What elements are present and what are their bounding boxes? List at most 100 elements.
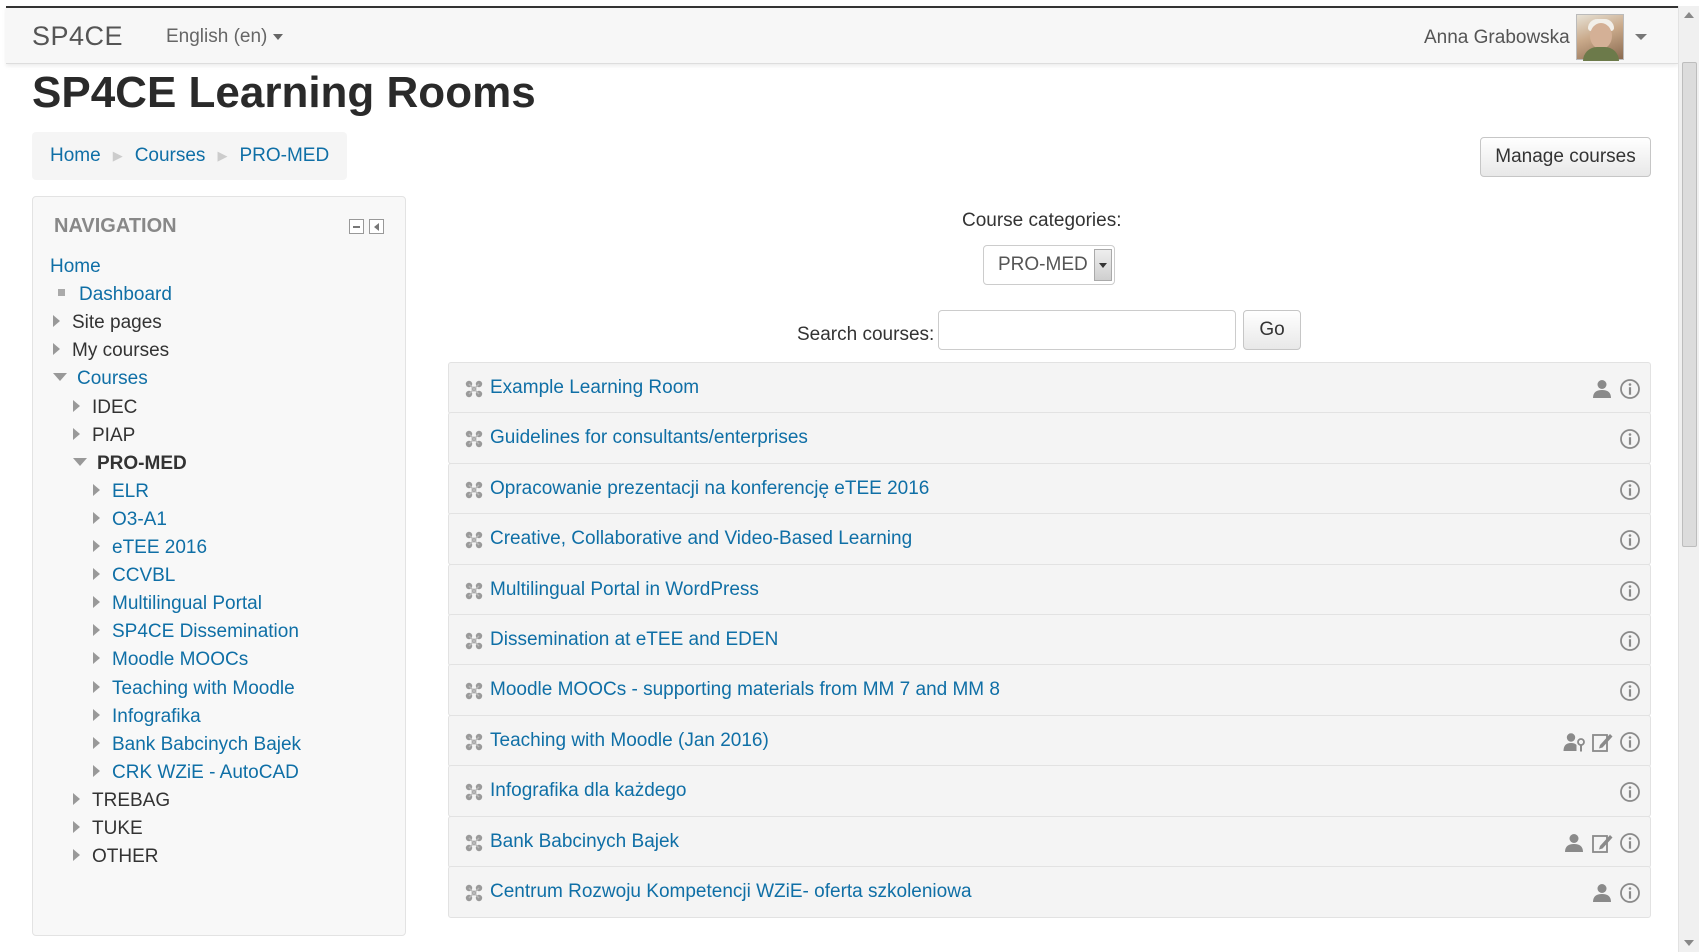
nav-item-label[interactable]: Moodle MOOCs [112,649,248,670]
nav-item-label[interactable]: Infografika [112,706,201,727]
collapsed-arrow-icon[interactable] [93,595,100,608]
collapsed-arrow-icon[interactable] [93,680,100,693]
user-icon[interactable] [1590,881,1614,905]
nav-item-label[interactable]: Home [50,256,101,277]
nav-item-label[interactable]: CRK WZiE - AutoCAD [112,762,299,783]
bullet-icon[interactable] [58,289,65,297]
nav-item[interactable]: TUKE [73,815,143,843]
manage-courses-button[interactable]: Manage courses [1480,137,1651,177]
course-link[interactable]: Moodle MOOCs - supporting materials from… [490,679,1000,701]
collapsed-arrow-icon[interactable] [93,483,100,496]
info-icon[interactable] [1618,478,1642,502]
nav-item-label[interactable]: Dashboard [79,284,172,305]
info-icon[interactable] [1618,629,1642,653]
info-icon[interactable] [1618,579,1642,603]
course-link[interactable]: Bank Babcinych Bajek [490,831,679,853]
user-icon[interactable] [1590,377,1614,401]
collapsed-arrow-icon[interactable] [93,764,100,777]
scroll-up-arrow-icon[interactable] [1684,12,1694,18]
course-link[interactable]: Opracowanie prezentacji na konferencję e… [490,478,929,500]
nav-item[interactable]: ELR [93,478,149,506]
collapsed-arrow-icon[interactable] [73,848,80,861]
nav-item[interactable]: IDEC [73,394,137,422]
user-menu-caret-icon[interactable] [1635,34,1647,40]
nav-item[interactable]: CCVBL [93,562,175,590]
collapsed-arrow-icon[interactable] [93,623,100,636]
collapsed-arrow-icon[interactable] [73,427,80,440]
nav-item-label[interactable]: O3-A1 [112,509,167,530]
course-link[interactable]: Example Learning Room [490,377,699,399]
language-menu[interactable]: English (en) [166,26,284,48]
nav-item[interactable]: PRO-MED [73,450,187,478]
breadcrumb-courses[interactable]: Courses [135,145,206,167]
nav-item-label[interactable]: Courses [77,368,148,389]
course-link[interactable]: Creative, Collaborative and Video-Based … [490,528,912,550]
nav-item-label[interactable]: ELR [112,481,149,502]
nav-item[interactable]: CRK WZiE - AutoCAD [93,759,299,787]
nav-item-label[interactable]: Multilingual Portal [112,593,262,614]
breadcrumb-pro-med[interactable]: PRO-MED [239,145,329,167]
info-icon[interactable] [1618,377,1642,401]
nav-item[interactable]: OTHER [73,843,159,871]
scroll-down-arrow-icon[interactable] [1684,940,1694,946]
nav-item-label[interactable]: CCVBL [112,565,175,586]
site-brand[interactable]: SP4CE [32,21,123,52]
nav-item[interactable]: My courses [53,337,169,365]
course-link[interactable]: Infografika dla każdego [490,780,686,802]
collapsed-arrow-icon[interactable] [93,651,100,664]
collapsed-arrow-icon[interactable] [93,708,100,721]
avatar[interactable] [1576,14,1624,61]
course-link[interactable]: Teaching with Moodle (Jan 2016) [490,730,769,752]
course-link[interactable]: Multilingual Portal in WordPress [490,579,759,601]
collapsed-arrow-icon[interactable] [53,314,60,327]
collapsed-arrow-icon[interactable] [93,539,100,552]
nav-item[interactable]: O3-A1 [93,506,167,534]
nav-item[interactable]: Teaching with Moodle [93,675,295,703]
nav-item[interactable]: SP4CE Dissemination [93,618,299,646]
expanded-arrow-icon[interactable] [53,372,67,381]
collapsed-arrow-icon[interactable] [73,792,80,805]
nav-item[interactable]: Moodle MOOCs [93,646,248,674]
info-icon[interactable] [1618,679,1642,703]
nav-item[interactable]: Home [50,253,101,281]
collapsed-arrow-icon[interactable] [93,736,100,749]
nav-item[interactable]: Site pages [53,309,162,337]
nav-item-label[interactable]: Bank Babcinych Bajek [112,734,301,755]
course-link[interactable]: Centrum Rozwoju Kompetencji WZiE- oferta… [490,881,972,903]
breadcrumb-home[interactable]: Home [50,145,101,167]
guest-key-icon[interactable] [1562,730,1586,754]
nav-item[interactable]: Dashboard [53,281,172,309]
nav-item[interactable]: Courses [53,365,148,393]
info-icon[interactable] [1618,427,1642,451]
nav-item[interactable]: eTEE 2016 [93,534,207,562]
info-icon[interactable] [1618,528,1642,552]
info-icon[interactable] [1618,780,1642,804]
nav-item[interactable]: Bank Babcinych Bajek [93,731,301,759]
info-icon[interactable] [1618,881,1642,905]
collapsed-arrow-icon[interactable] [73,820,80,833]
self-enrol-icon[interactable] [1590,831,1614,855]
user-name[interactable]: Anna Grabowska [1424,27,1570,49]
search-go-button[interactable]: Go [1243,310,1301,350]
nav-item[interactable]: PIAP [73,422,135,450]
user-icon[interactable] [1562,831,1586,855]
course-link[interactable]: Dissemination at eTEE and EDEN [490,629,778,651]
expanded-arrow-icon[interactable] [73,457,87,466]
nav-item[interactable]: TREBAG [73,787,170,815]
nav-item-label[interactable]: SP4CE Dissemination [112,621,299,642]
nav-item-label[interactable]: eTEE 2016 [112,537,207,558]
info-icon[interactable] [1618,730,1642,754]
info-icon[interactable] [1618,831,1642,855]
collapsed-arrow-icon[interactable] [93,511,100,524]
nav-item[interactable]: Multilingual Portal [93,590,262,618]
nav-item-label[interactable]: Teaching with Moodle [112,678,295,699]
self-enrol-icon[interactable] [1590,730,1614,754]
collapsed-arrow-icon[interactable] [53,342,60,355]
collapsed-arrow-icon[interactable] [73,399,80,412]
search-courses-input[interactable] [938,310,1236,350]
course-category-select[interactable]: PRO-MED [983,245,1115,285]
collapse-block-icon[interactable] [349,219,364,234]
course-link[interactable]: Guidelines for consultants/enterprises [490,427,808,449]
dock-block-icon[interactable] [369,219,384,234]
nav-item[interactable]: Infografika [93,703,201,731]
